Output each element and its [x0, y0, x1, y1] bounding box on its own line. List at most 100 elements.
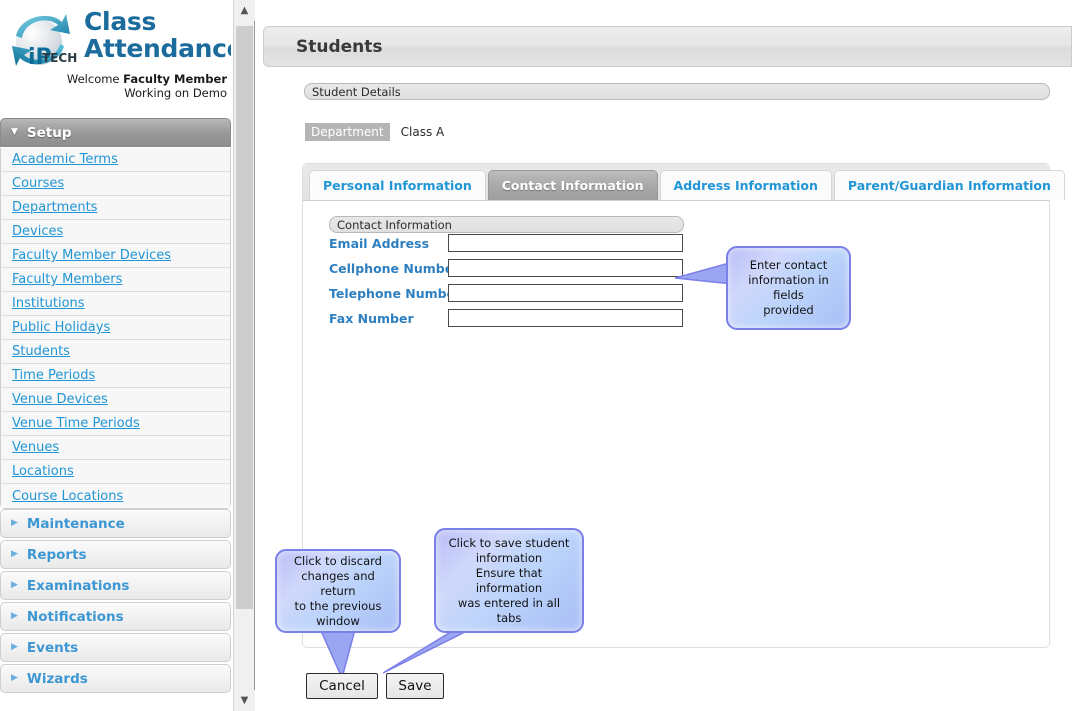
sidebar-item-label[interactable]: Devices	[12, 224, 63, 239]
tab-parent-guardian-information[interactable]: Parent/Guardian Information	[833, 170, 1065, 200]
welcome-user: Faculty Member	[123, 72, 227, 86]
sidebar-item-label[interactable]: Venue Devices	[12, 392, 108, 407]
sidebar-item-locations[interactable]: Locations	[1, 460, 230, 484]
sidebar-group-label: Reports	[26, 546, 87, 563]
sidebar-group-label: Examinations	[26, 577, 130, 594]
save-button[interactable]: Save	[386, 673, 444, 699]
brand-title-line1: Class	[84, 7, 157, 36]
contact-information-group-bar: Contact Information	[329, 216, 684, 233]
tab-label: Address Information	[673, 178, 818, 193]
chevron-right-icon: ▶	[11, 673, 18, 683]
sidebar-item-label[interactable]: Venues	[12, 440, 59, 455]
iptech-globe-logo: iP TECH	[12, 14, 77, 70]
tab-personal-information[interactable]: Personal Information	[309, 170, 486, 200]
sidebar-item-label[interactable]: Faculty Members	[12, 272, 122, 287]
callout-cancel-button: Click to discard changes and return to t…	[275, 549, 401, 633]
sidebar-group-label: Notifications	[26, 608, 124, 625]
sidebar-group-examinations[interactable]: ▶ Examinations	[0, 571, 231, 600]
sidebar-item-label[interactable]: Academic Terms	[12, 152, 118, 167]
callout-cancel-text: Click to discard changes and return to t…	[294, 553, 382, 628]
contact-information-group-label: Contact Information	[337, 217, 452, 232]
sidebar-group-reports[interactable]: ▶ Reports	[0, 540, 231, 569]
department-value: Class A	[400, 125, 445, 139]
welcome-block: Welcome Faculty Member Working on Demo	[67, 72, 227, 100]
sidebar-item-label[interactable]: Departments	[12, 200, 97, 215]
brand-header: iP TECH Class Attendance Welcome Faculty…	[0, 0, 231, 118]
sidebar-group-notifications[interactable]: ▶ Notifications	[0, 602, 231, 631]
tabs-container: Personal Information Contact Information A…	[302, 163, 1065, 648]
label-fax-number: Fax Number	[329, 310, 414, 326]
sidebar-item-label[interactable]: Locations	[12, 464, 74, 479]
input-cellphone-number[interactable]	[448, 259, 683, 277]
scrollbar-thumb[interactable]	[236, 26, 253, 609]
sidebar-group-setup[interactable]: ▼ Setup	[0, 118, 231, 147]
main-content: Students Student Details Department Clas…	[257, 0, 1072, 711]
sidebar-item-devices[interactable]: Devices	[1, 220, 230, 244]
sidebar-item-venues[interactable]: Venues	[1, 436, 230, 460]
sidebar-scrollbar[interactable]: ▲ ▼	[233, 0, 255, 711]
chevron-down-icon: ▼	[11, 127, 18, 137]
sidebar-item-students[interactable]: Students	[1, 340, 230, 364]
working-on-line: Working on Demo	[124, 86, 227, 100]
page-title-bar: Students	[263, 26, 1072, 67]
sidebar-group-items: Academic Terms Courses Departments Devices F…	[0, 148, 231, 509]
sidebar-group-label: Events	[26, 639, 79, 656]
sidebar: iP TECH Class Attendance Welcome Faculty…	[0, 0, 231, 711]
chevron-right-icon: ▶	[11, 611, 18, 621]
sidebar-item-faculty-member-devices[interactable]: Faculty Member Devices	[1, 244, 230, 268]
welcome-line: Welcome Faculty Member	[67, 72, 227, 86]
sidebar-item-label[interactable]: Course Locations	[12, 489, 123, 504]
student-details-bar: Student Details	[304, 83, 1050, 100]
sidebar-accordion: ▼ Setup Academic Terms Courses Departments De…	[0, 118, 231, 693]
tab-label: Parent/Guardian Information	[847, 178, 1051, 193]
sidebar-item-label[interactable]: Time Periods	[12, 368, 95, 383]
callout-contact-fields: Enter contact information in fields prov…	[726, 246, 851, 330]
chevron-right-icon: ▶	[11, 642, 18, 652]
sidebar-item-label[interactable]: Faculty Member Devices	[12, 248, 171, 263]
input-fax-number[interactable]	[448, 309, 683, 327]
cancel-button[interactable]: Cancel	[306, 673, 378, 699]
sidebar-item-label[interactable]: Institutions	[12, 296, 85, 311]
tab-label: Contact Information	[501, 178, 644, 193]
sidebar-item-label[interactable]: Public Holidays	[12, 320, 110, 335]
chevron-right-icon: ▶	[11, 580, 18, 590]
sidebar-item-label[interactable]: Courses	[12, 176, 64, 191]
sidebar-item-course-locations[interactable]: Course Locations	[1, 484, 230, 508]
sidebar-item-label[interactable]: Students	[12, 344, 70, 359]
input-email-address[interactable]	[448, 234, 683, 252]
callout-contact-text: Enter contact information in fields prov…	[748, 258, 829, 317]
chevron-right-icon: ▶	[11, 518, 18, 528]
sidebar-item-time-periods[interactable]: Time Periods	[1, 364, 230, 388]
tab-strip: Personal Information Contact Information A…	[303, 164, 1065, 201]
input-telephone-number[interactable]	[448, 284, 683, 302]
sidebar-item-venue-devices[interactable]: Venue Devices	[1, 388, 230, 412]
sidebar-group-label: Wizards	[26, 670, 88, 687]
tab-contact-information[interactable]: Contact Information	[487, 170, 658, 200]
sidebar-item-departments[interactable]: Departments	[1, 196, 230, 220]
chevron-right-icon: ▶	[11, 549, 18, 559]
sidebar-group-maintenance[interactable]: ▶ Maintenance	[0, 509, 231, 538]
sidebar-item-courses[interactable]: Courses	[1, 172, 230, 196]
department-label: Department	[305, 123, 390, 141]
brand-title-line2: Attendance	[84, 34, 231, 63]
sidebar-item-public-holidays[interactable]: Public Holidays	[1, 316, 230, 340]
scroll-down-button[interactable]: ▼	[234, 690, 255, 711]
label-email-address: Email Address	[329, 235, 430, 251]
svg-text:TECH: TECH	[42, 51, 77, 65]
page-title: Students	[296, 36, 383, 57]
label-cellphone-number: Cellphone Number	[329, 260, 460, 276]
scroll-up-button[interactable]: ▲	[234, 0, 255, 21]
sidebar-item-institutions[interactable]: Institutions	[1, 292, 230, 316]
sidebar-item-faculty-members[interactable]: Faculty Members	[1, 268, 230, 292]
callout-save-button: Click to save student information Ensure…	[434, 528, 584, 633]
sidebar-group-wizards[interactable]: ▶ Wizards	[0, 664, 231, 693]
sidebar-group-events[interactable]: ▶ Events	[0, 633, 231, 662]
tab-label: Personal Information	[323, 178, 472, 193]
sidebar-item-venue-time-periods[interactable]: Venue Time Periods	[1, 412, 230, 436]
student-details-label: Student Details	[312, 84, 401, 99]
sidebar-item-academic-terms[interactable]: Academic Terms	[1, 148, 230, 172]
sidebar-item-label[interactable]: Venue Time Periods	[12, 416, 140, 431]
tab-address-information[interactable]: Address Information	[659, 170, 832, 200]
brand-title: Class Attendance	[84, 7, 231, 63]
label-telephone-number: Telephone Number	[329, 285, 462, 301]
